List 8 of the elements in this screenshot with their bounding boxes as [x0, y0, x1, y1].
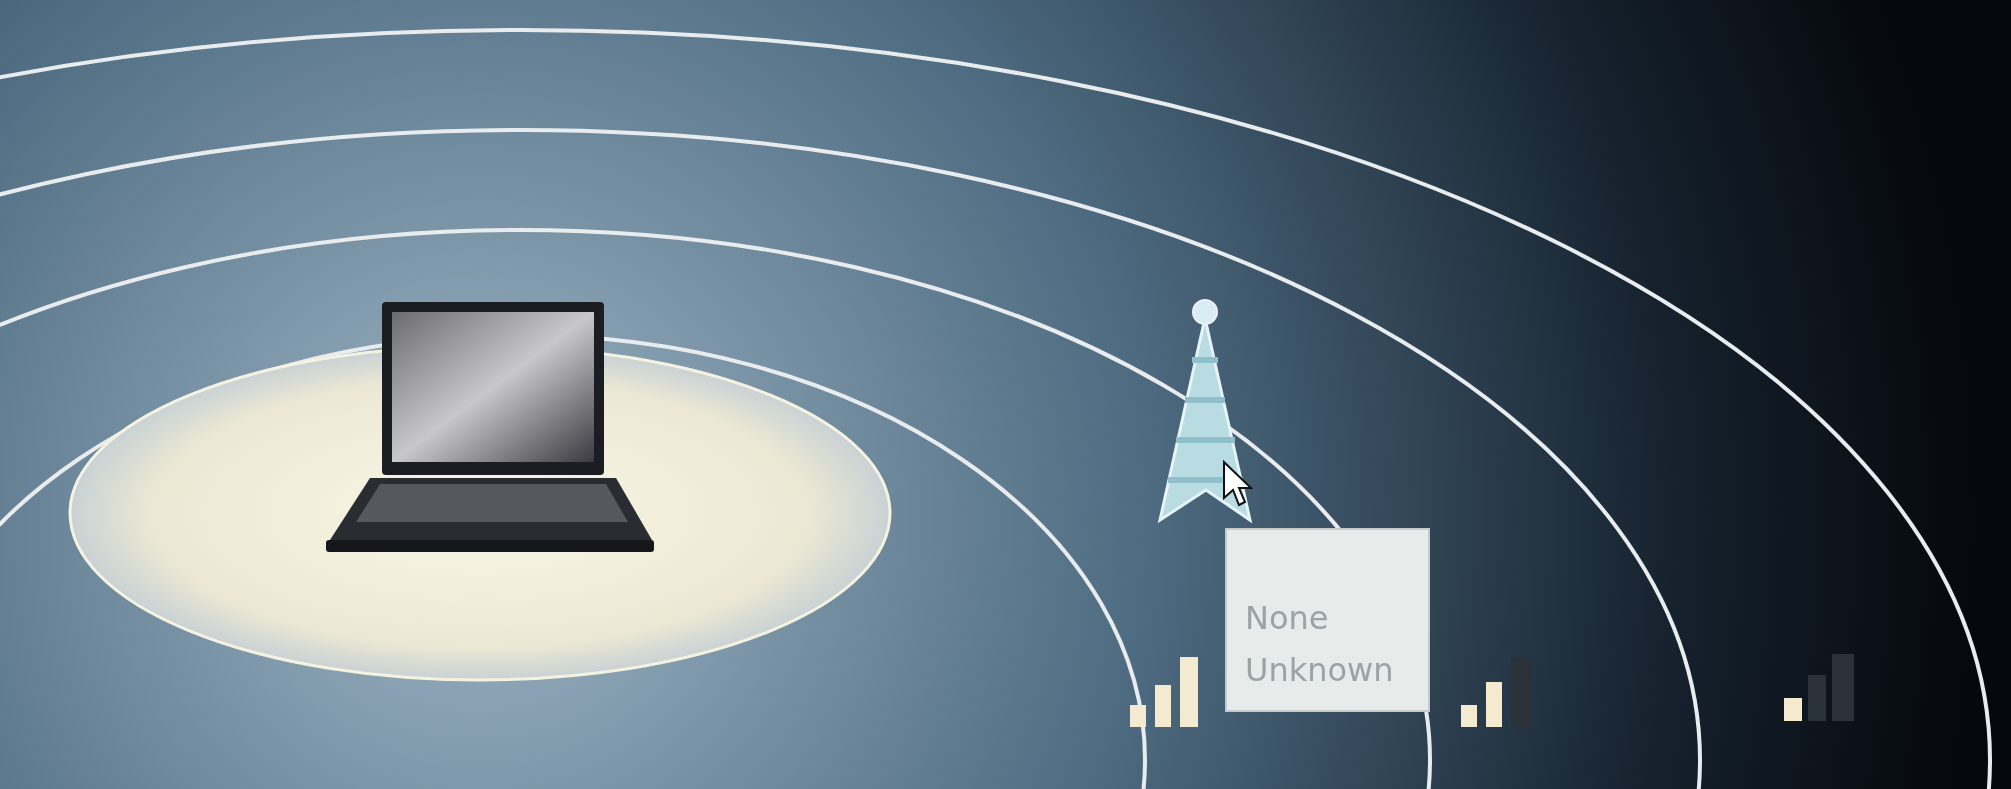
- antenna-tower-icon[interactable]: [1157, 299, 1253, 524]
- laptop-icon: [326, 302, 654, 552]
- tooltip-text: None: [1245, 598, 1330, 639]
- tooltip-text: Unknown: [1245, 650, 1395, 691]
- signal-strength-icon: [1784, 654, 1854, 721]
- signal-strength-icon: [1461, 657, 1531, 727]
- mouse-pointer-icon: [1222, 460, 1256, 508]
- signal-strength-icon: [1130, 657, 1198, 727]
